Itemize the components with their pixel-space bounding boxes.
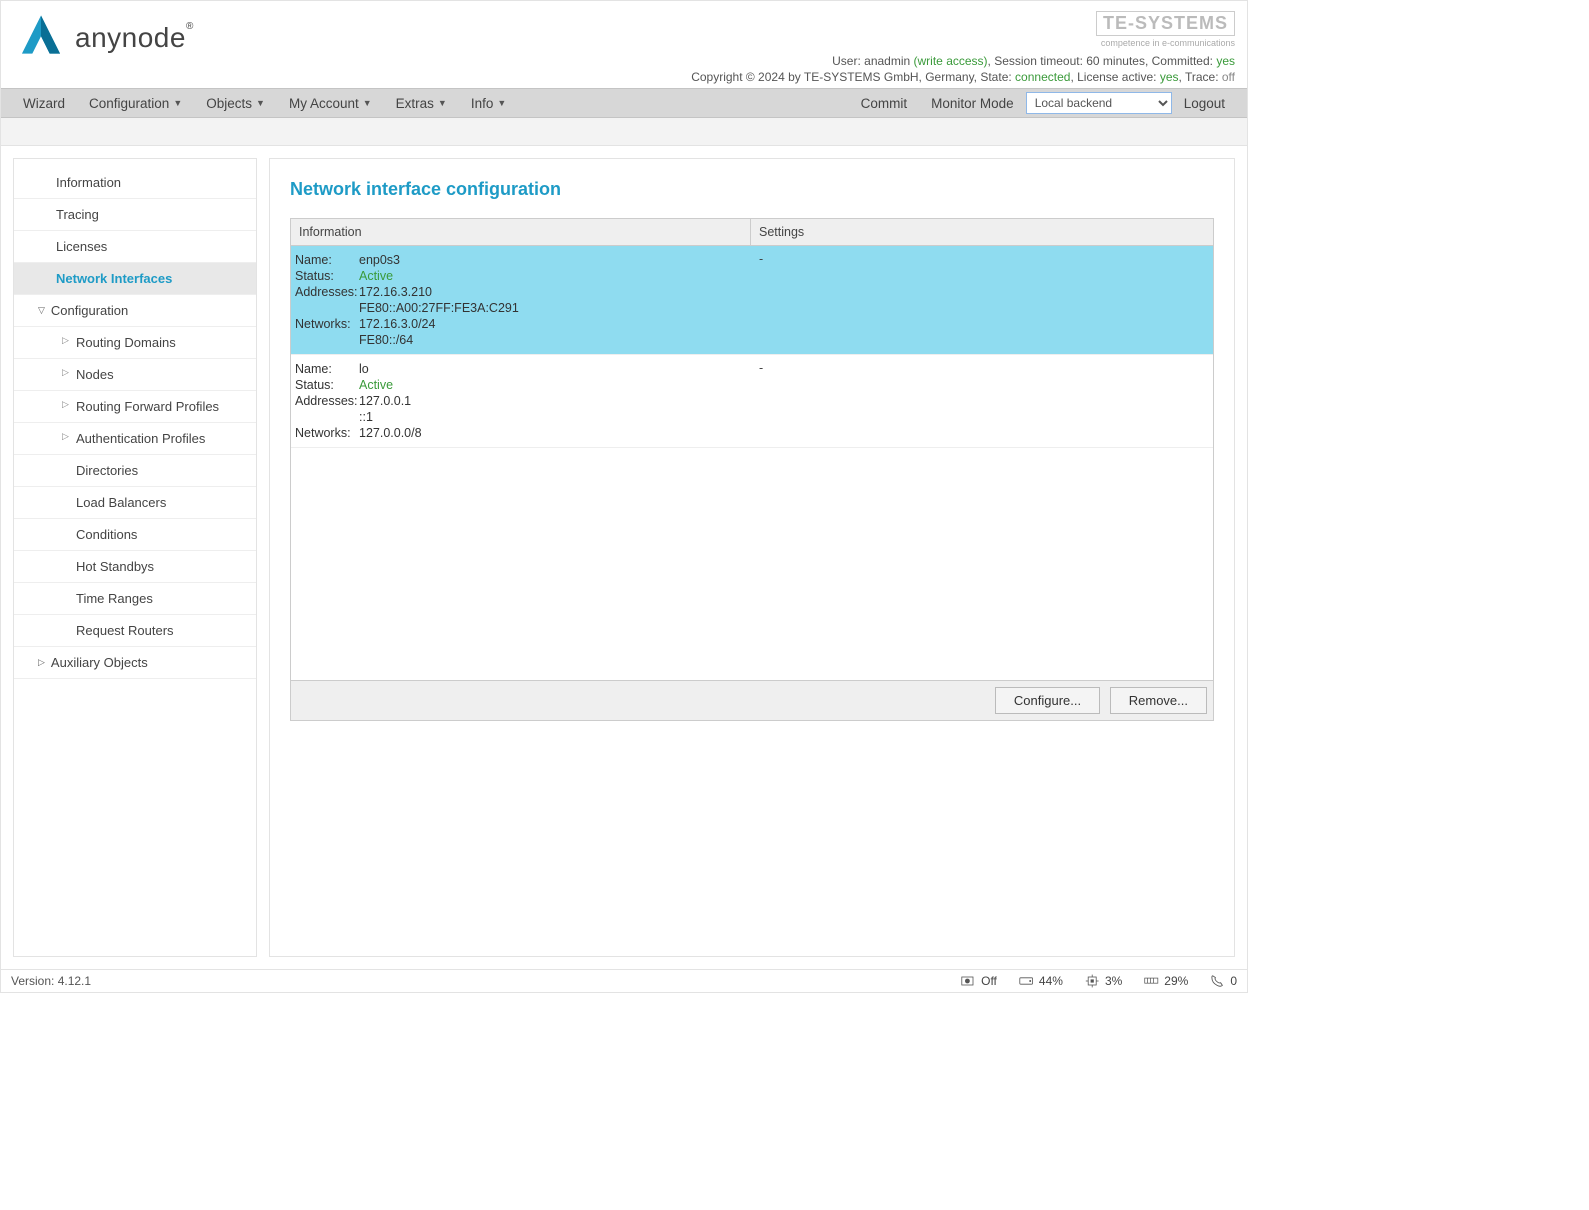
- dropdown-caret-icon: ▼: [363, 98, 372, 108]
- record-icon: [961, 974, 977, 988]
- chevron-right-icon: ▷: [38, 657, 45, 668]
- chevron-right-icon: ▷: [62, 335, 69, 346]
- sidebar-group-configuration[interactable]: ▽Configuration: [14, 295, 256, 327]
- column-header-settings[interactable]: Settings: [751, 219, 1213, 245]
- status-cpu: 3%: [1085, 974, 1122, 988]
- dropdown-caret-icon: ▼: [497, 98, 506, 108]
- dropdown-caret-icon: ▼: [256, 98, 265, 108]
- cpu-icon: [1085, 974, 1101, 988]
- chevron-right-icon: ▷: [62, 399, 69, 410]
- column-header-information[interactable]: Information: [291, 219, 751, 245]
- sidebar: Information Tracing Licenses Network Int…: [13, 158, 257, 957]
- chevron-down-icon: ▽: [38, 305, 45, 316]
- main-menubar: Wizard Configuration▼ Objects▼ My Accoun…: [1, 88, 1247, 118]
- menu-objects[interactable]: Objects▼: [194, 89, 277, 117]
- interfaces-table: Information Settings Name:enp0s3 Status:…: [290, 218, 1214, 721]
- dropdown-caret-icon: ▼: [173, 98, 182, 108]
- sidebar-item-time-ranges[interactable]: Time Ranges: [14, 583, 256, 615]
- sidebar-item-nodes[interactable]: ▷Nodes: [14, 359, 256, 391]
- menu-wizard[interactable]: Wizard: [11, 89, 77, 117]
- phone-icon: [1210, 974, 1226, 988]
- sidebar-item-hot-standbys[interactable]: Hot Standbys: [14, 551, 256, 583]
- status-memory: 29%: [1144, 974, 1188, 988]
- configure-button[interactable]: Configure...: [995, 687, 1100, 714]
- dropdown-caret-icon: ▼: [438, 98, 447, 108]
- sidebar-item-authentication-profiles[interactable]: ▷Authentication Profiles: [14, 423, 256, 455]
- content-panel: Network interface configuration Informat…: [269, 158, 1235, 957]
- sidebar-item-network-interfaces[interactable]: Network Interfaces: [14, 263, 256, 295]
- chevron-right-icon: ▷: [62, 367, 69, 378]
- sidebar-item-licenses[interactable]: Licenses: [14, 231, 256, 263]
- menu-extras[interactable]: Extras▼: [384, 89, 459, 117]
- menu-my-account[interactable]: My Account▼: [277, 89, 384, 117]
- menu-commit[interactable]: Commit: [849, 89, 920, 117]
- table-row[interactable]: Name:lo Status:Active Addresses:127.0.0.…: [291, 355, 1213, 448]
- sidebar-item-directories[interactable]: Directories: [14, 455, 256, 487]
- header-status-line-2: Copyright © 2024 by TE-SYSTEMS GmbH, Ger…: [691, 70, 1235, 84]
- anynode-logo-icon: [15, 11, 67, 65]
- te-systems-tagline: competence in e-communications: [691, 38, 1235, 48]
- sidebar-item-routing-domains[interactable]: ▷Routing Domains: [14, 327, 256, 359]
- remove-button[interactable]: Remove...: [1110, 687, 1207, 714]
- status-calls: 0: [1210, 974, 1237, 988]
- chevron-right-icon: ▷: [62, 431, 69, 442]
- menu-info[interactable]: Info▼: [459, 89, 518, 117]
- sidebar-item-request-routers[interactable]: Request Routers: [14, 615, 256, 647]
- page-title: Network interface configuration: [290, 179, 1214, 200]
- sidebar-item-routing-forward-profiles[interactable]: ▷Routing Forward Profiles: [14, 391, 256, 423]
- disk-icon: [1019, 974, 1035, 988]
- memory-icon: [1144, 974, 1160, 988]
- version-label: Version: 4.12.1: [11, 974, 91, 988]
- app-logo: anynode®: [15, 11, 194, 65]
- sidebar-item-tracing[interactable]: Tracing: [14, 199, 256, 231]
- te-systems-logo: TE-SYSTEMS: [1096, 11, 1235, 36]
- sidebar-group-auxiliary-objects[interactable]: ▷Auxiliary Objects: [14, 647, 256, 679]
- brand-text: anynode®: [75, 22, 194, 54]
- status-recording: Off: [961, 974, 997, 988]
- table-row[interactable]: Name:enp0s3 Status:Active Addresses:172.…: [291, 246, 1213, 355]
- menu-monitor-mode[interactable]: Monitor Mode: [919, 89, 1026, 117]
- status-bar: Version: 4.12.1 Off 44% 3% 29% 0: [1, 969, 1247, 992]
- menu-configuration[interactable]: Configuration▼: [77, 89, 194, 117]
- menu-logout[interactable]: Logout: [1172, 89, 1237, 117]
- sidebar-item-conditions[interactable]: Conditions: [14, 519, 256, 551]
- settings-cell: -: [751, 246, 1213, 354]
- sidebar-item-load-balancers[interactable]: Load Balancers: [14, 487, 256, 519]
- header-status-line-1: User: anadmin (write access), Session ti…: [691, 54, 1235, 68]
- status-disk: 44%: [1019, 974, 1063, 988]
- settings-cell: -: [751, 355, 1213, 447]
- sidebar-item-information[interactable]: Information: [14, 167, 256, 199]
- backend-select[interactable]: Local backend: [1026, 92, 1172, 114]
